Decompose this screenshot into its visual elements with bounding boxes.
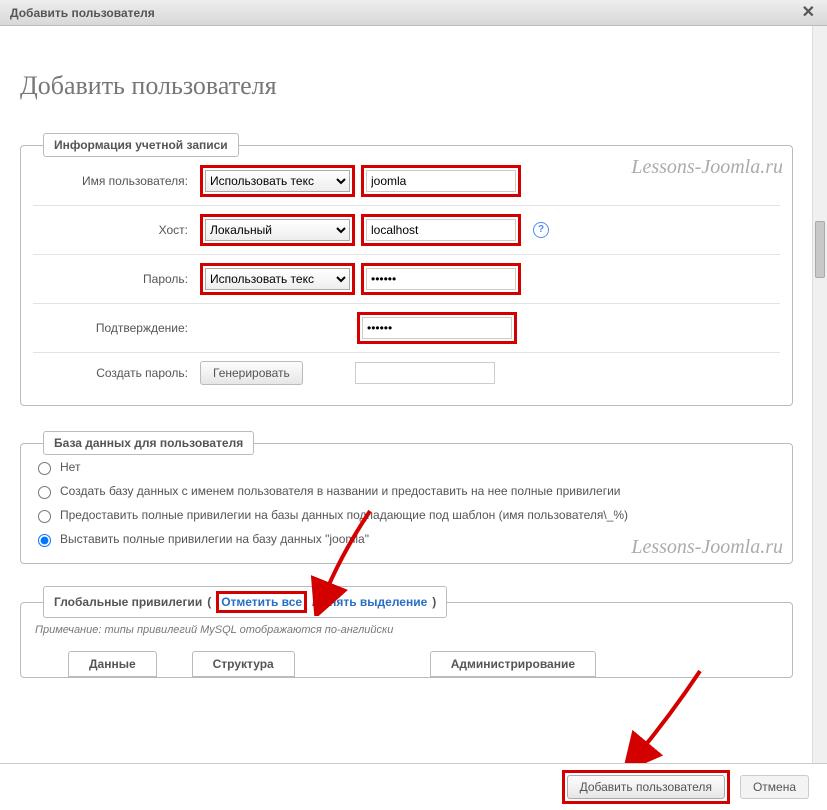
cancel-button[interactable]: Отмена xyxy=(740,775,809,799)
legend-privileges: Глобальные привилегии ( Отметить все / С… xyxy=(43,586,447,618)
input-confirm[interactable] xyxy=(362,317,512,339)
input-generated[interactable] xyxy=(355,362,495,384)
highlight-check-all: Отметить все xyxy=(216,591,307,613)
privileges-title: Глобальные привилегии xyxy=(54,595,202,609)
highlight-username-input xyxy=(361,165,521,197)
privileges-note: Примечание: типы привилегий MySQL отобра… xyxy=(35,624,780,636)
label-username: Имя пользователя: xyxy=(33,174,194,188)
row-password: Пароль: Использовать текс xyxy=(33,255,780,304)
link-check-all[interactable]: Отметить все xyxy=(221,595,302,609)
select-password-mode[interactable]: Использовать текс xyxy=(205,268,350,290)
legend-account: Информация учетной записи xyxy=(43,133,239,157)
select-host-mode[interactable]: Локальный xyxy=(205,219,350,241)
privileges-tabs: Данные Структура Администрирование xyxy=(68,651,780,677)
input-host[interactable] xyxy=(366,219,516,241)
scrollbar-thumb[interactable] xyxy=(815,221,825,278)
highlight-host-select: Локальный xyxy=(200,214,355,246)
radio-wildcard[interactable] xyxy=(38,510,51,523)
fieldset-db: База данных для пользователя Нет Создать… xyxy=(20,431,793,564)
fieldset-privileges: Глобальные привилегии ( Отметить все / С… xyxy=(20,586,793,678)
radio-row-wildcard: Предоставить полные привилегии на базы д… xyxy=(33,503,780,527)
highlight-username-select: Использовать текс xyxy=(200,165,355,197)
row-host: Хост: Локальный ? xyxy=(33,206,780,255)
arrow-annotation-2 xyxy=(620,666,710,763)
link-uncheck-all[interactable]: Снять выделение xyxy=(320,595,427,609)
highlight-password-input xyxy=(361,263,521,295)
highlight-confirm-input xyxy=(357,312,517,344)
fieldset-account: Информация учетной записи Имя пользовате… xyxy=(20,133,793,406)
radio-label-wildcard: Предоставить полные привилегии на базы д… xyxy=(60,508,628,522)
radio-none[interactable] xyxy=(38,462,51,475)
tab-structure[interactable]: Структура xyxy=(192,651,295,677)
dialog-title: Добавить пользователя xyxy=(10,6,155,20)
generate-button[interactable]: Генерировать xyxy=(200,361,303,385)
radio-all[interactable] xyxy=(38,534,51,547)
radio-label-create: Создать базу данных с именем пользовател… xyxy=(60,484,621,498)
row-generate: Создать пароль: Генерировать xyxy=(33,353,780,393)
radio-label-all: Выставить полные привилегии на базу данн… xyxy=(60,532,369,546)
radio-create[interactable] xyxy=(38,486,51,499)
tab-admin[interactable]: Администрирование xyxy=(430,651,596,677)
radio-row-create: Создать базу данных с именем пользовател… xyxy=(33,479,780,503)
page-title: Добавить пользователя xyxy=(20,71,793,101)
label-generate: Создать пароль: xyxy=(33,366,194,380)
dialog-titlebar: Добавить пользователя ✕ xyxy=(0,0,827,26)
highlight-password-select: Использовать текс xyxy=(200,263,355,295)
label-host: Хост: xyxy=(33,223,194,237)
vertical-scrollbar[interactable] xyxy=(812,26,827,763)
row-username: Имя пользователя: Использовать текс xyxy=(33,157,780,206)
select-username-mode[interactable]: Использовать текс xyxy=(205,170,350,192)
input-username[interactable] xyxy=(366,170,516,192)
radio-label-none: Нет xyxy=(60,460,80,474)
highlight-host-input xyxy=(361,214,521,246)
row-confirm: Подтверждение: xyxy=(33,304,780,353)
highlight-submit: Добавить пользователя xyxy=(562,770,730,804)
label-confirm: Подтверждение: xyxy=(33,321,194,335)
radio-row-all: Выставить полные привилегии на базу данн… xyxy=(33,527,780,551)
close-icon[interactable]: ✕ xyxy=(800,5,817,21)
legend-db: База данных для пользователя xyxy=(43,431,254,455)
submit-button[interactable]: Добавить пользователя xyxy=(567,775,725,799)
input-password[interactable] xyxy=(366,268,516,290)
radio-row-none: Нет xyxy=(33,455,780,479)
help-icon[interactable]: ? xyxy=(533,222,549,238)
dialog-footer: Добавить пользователя Отмена xyxy=(0,763,827,810)
label-password: Пароль: xyxy=(33,272,194,286)
tab-data[interactable]: Данные xyxy=(68,651,157,677)
dialog-content: Добавить пользователя Информация учетной… xyxy=(0,26,813,763)
